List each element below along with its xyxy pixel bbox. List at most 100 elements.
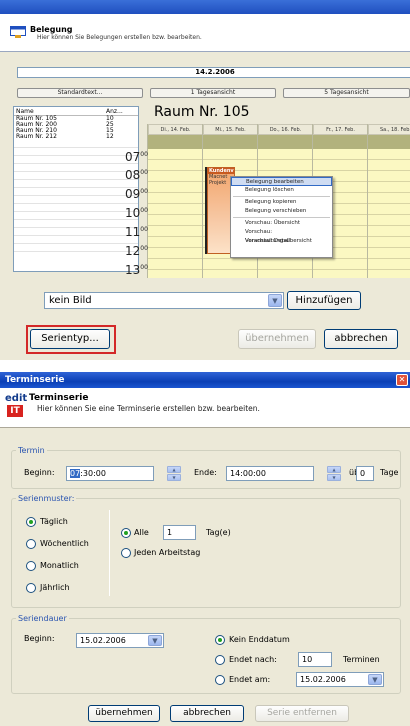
menu-item-vorschau-veranstaltung[interactable]: Vorschau: Veranstaltungsübersicht: [231, 228, 332, 244]
dialog-title: Terminserie: [5, 375, 65, 385]
list-empty-row: [14, 164, 138, 172]
day-header: Di., 14. Feb.: [148, 124, 203, 135]
radio-kein-enddatum[interactable]: [215, 635, 225, 645]
day-header: Sa., 18. Feb.: [368, 124, 410, 135]
day-column[interactable]: Di., 14. Feb.: [147, 124, 203, 278]
pattern-divider: [109, 510, 110, 596]
one-day-view-button[interactable]: 1 Tagesansicht: [150, 88, 276, 98]
list-empty-row: [14, 148, 138, 156]
hour-label: 1000: [125, 206, 148, 220]
radio-arbeitstag[interactable]: [121, 548, 131, 558]
hour-label: 0900: [125, 187, 148, 201]
menu-item-loeschen[interactable]: Belegung löschen: [231, 186, 332, 195]
list-empty-row: [14, 212, 138, 220]
radio-jaehrlich[interactable]: [26, 583, 36, 593]
label-taeglich[interactable]: Täglich: [40, 517, 68, 526]
five-day-view-button[interactable]: 5 Tagesansicht: [283, 88, 410, 98]
header-title: Belegung: [30, 25, 73, 34]
radio-alle[interactable]: [121, 528, 131, 538]
hour-label: 1100: [125, 225, 148, 239]
chevron-down-icon[interactable]: ▼: [368, 674, 382, 685]
spin-down-icon[interactable]: ▼: [167, 474, 181, 481]
end-time-spinner[interactable]: ▲ ▼: [327, 466, 341, 481]
dialog-header: edit IT Terminserie Hier können Sie eine…: [0, 388, 410, 428]
abbrechen-button[interactable]: abbrechen: [324, 329, 398, 349]
image-select-value: kein Bild: [49, 295, 92, 306]
early-hours: [148, 135, 203, 149]
dialog-footer-excerpt: kein Bild ▼ Hinzufügen Serientyp... über…: [0, 278, 410, 360]
tage-label: Tag(e): [206, 528, 231, 537]
day-slots[interactable]: [368, 149, 410, 278]
image-select[interactable]: kein Bild ▼: [44, 292, 284, 309]
label-woechentlich[interactable]: Wöchentlich: [40, 539, 89, 548]
hour-label: 1300: [125, 263, 148, 277]
begin-time-input[interactable]: 07:30:00: [66, 466, 154, 481]
radio-endet-nach[interactable]: [215, 655, 225, 665]
day-header: Mi., 15. Feb.: [203, 124, 258, 135]
day-header: Do., 16. Feb.: [258, 124, 313, 135]
list-empty-row: [14, 140, 138, 148]
date-field[interactable]: 14.2.2006: [17, 67, 410, 78]
endet-nach-label[interactable]: Endet nach:: [229, 655, 277, 664]
occurrences-input[interactable]: 10: [298, 652, 332, 667]
list-empty-row: [14, 228, 138, 236]
chevron-down-icon[interactable]: ▼: [268, 294, 282, 307]
spin-up-icon[interactable]: ▲: [327, 466, 341, 473]
serientyp-button[interactable]: Serientyp...: [30, 329, 110, 349]
termine-label: Terminen: [343, 655, 380, 664]
menu-item-verschieben[interactable]: Belegung verschieben: [231, 207, 332, 216]
hinzufuegen-button[interactable]: Hinzufügen: [287, 291, 361, 310]
spin-down-icon[interactable]: ▼: [327, 474, 341, 481]
list-empty-row: [14, 220, 138, 228]
standardtext-button[interactable]: Standardtext...: [17, 88, 143, 98]
end-time-input[interactable]: 14:00:00: [226, 466, 314, 481]
endet-am-label[interactable]: Endet am:: [229, 675, 270, 684]
room-name: Raum Nr. 212: [16, 133, 57, 140]
menu-item-bearbeiten[interactable]: Belegung bearbeiten: [231, 177, 332, 186]
days-label: Tage: [380, 468, 399, 477]
begin-date-value: 15.02.2006: [80, 636, 126, 645]
abbrechen-button[interactable]: abbrechen: [170, 705, 244, 722]
calendar-icon: [10, 26, 26, 38]
menu-item-kopieren[interactable]: Belegung kopieren: [231, 198, 332, 207]
belegung-window: Belegung Hier können Sie Belegungen erst…: [0, 0, 410, 278]
end-date-select[interactable]: 15.02.2006 ▼: [296, 672, 384, 687]
arbeitstag-label[interactable]: Jeden Arbeitstag: [134, 548, 200, 557]
early-hours: [203, 135, 258, 149]
menu-separator: [233, 217, 330, 218]
alle-label[interactable]: Alle: [134, 528, 149, 537]
radio-monatlich[interactable]: [26, 561, 36, 571]
close-icon[interactable]: ✕: [396, 374, 408, 386]
serie-entfernen-button[interactable]: Serie entfernen: [255, 705, 349, 722]
early-hours: [368, 135, 410, 149]
early-hours: [258, 135, 313, 149]
day-column[interactable]: Sa., 18. Feb.: [367, 124, 410, 278]
list-empty-row: [14, 204, 138, 212]
list-empty-row: [14, 244, 138, 252]
menu-item-vorschau-detail[interactable]: Vorschau: Detail: [231, 237, 332, 246]
termin-legend: Termin: [18, 446, 45, 455]
radio-taeglich[interactable]: [26, 517, 36, 527]
label-monatlich[interactable]: Monatlich: [40, 561, 79, 570]
early-hours: [313, 135, 368, 149]
radio-woechentlich[interactable]: [26, 539, 36, 549]
begin-time-spinner[interactable]: ▲ ▼: [167, 466, 181, 481]
room-list[interactable]: Name Anz... Raum Nr. 105 10 Raum Nr. 200 2…: [13, 106, 139, 272]
radio-endet-am[interactable]: [215, 675, 225, 685]
spin-up-icon[interactable]: ▲: [167, 466, 181, 473]
list-item[interactable]: Raum Nr. 212 12: [14, 134, 138, 140]
label-jaehrlich[interactable]: Jährlich: [40, 583, 70, 592]
column-count[interactable]: Anz...: [106, 107, 136, 115]
menu-item-vorschau-uebersicht[interactable]: Vorschau: Übersicht: [231, 219, 332, 228]
uebernehmen-button[interactable]: übernehmen: [88, 705, 160, 722]
column-name[interactable]: Name: [14, 107, 106, 115]
begin-date-select[interactable]: 15.02.2006 ▼: [76, 633, 164, 648]
chevron-down-icon[interactable]: ▼: [148, 635, 162, 646]
days-input[interactable]: 0: [356, 466, 374, 481]
interval-input[interactable]: 1: [163, 525, 196, 540]
uebernehmen-button[interactable]: übernehmen: [238, 329, 316, 349]
day-header: Fr., 17. Feb.: [313, 124, 368, 135]
kein-enddatum-label[interactable]: Kein Enddatum: [229, 635, 290, 644]
end-date-value: 15.02.2006: [300, 675, 346, 684]
day-slots[interactable]: [148, 149, 203, 278]
